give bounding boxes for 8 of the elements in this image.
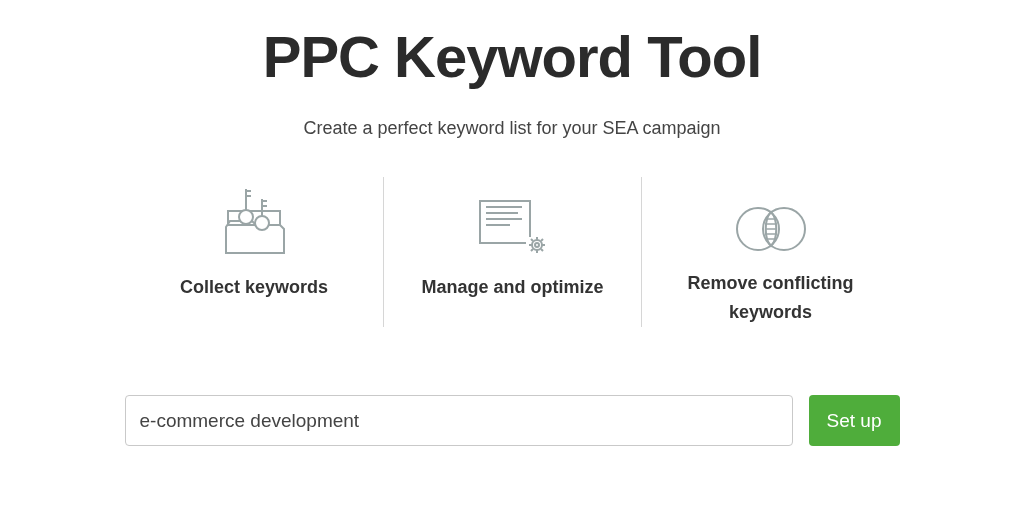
folder-keys-icon [222, 187, 286, 257]
feature-label: Remove conflicting keywords [686, 272, 855, 324]
keyword-input[interactable]: e-commerce development [124, 395, 793, 446]
venn-diagram-icon [735, 205, 806, 253]
feature-label: Collect keywords [178, 276, 330, 299]
page-title: PPC Keyword Tool [262, 23, 762, 91]
subtitle: Create a perfect keyword list for your SEA campaign [303, 118, 721, 139]
feature-label: Manage and optimize [420, 276, 605, 299]
